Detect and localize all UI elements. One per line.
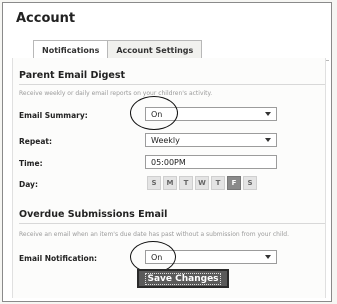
digest-heading: Parent Email Digest [19, 70, 126, 81]
repeat-value: Weekly [151, 136, 180, 145]
highlight-circle [130, 96, 178, 130]
overdue-heading: Overdue Submissions Email [19, 209, 168, 220]
day-friday[interactable]: F [227, 176, 241, 190]
day-saturday[interactable]: S [243, 176, 257, 190]
divider [19, 84, 325, 85]
overdue-hint: Receive an email when an item's due date… [19, 231, 290, 238]
day-wednesday[interactable]: W [195, 176, 209, 190]
tab-account-settings[interactable]: Account Settings [108, 40, 203, 60]
day-monday[interactable]: M [163, 176, 177, 190]
time-label: Time: [19, 159, 43, 168]
day-tuesday[interactable]: T [179, 176, 193, 190]
day-picker: S M T W T F S [147, 176, 259, 190]
email-summary-label: Email Summary: [19, 111, 88, 120]
divider [19, 223, 325, 224]
save-changes-button[interactable]: Save Changes [137, 269, 229, 288]
chevron-down-icon [265, 112, 271, 116]
day-label: Day: [19, 180, 38, 189]
email-notification-label: Email Notification: [19, 254, 98, 263]
chevron-down-icon [265, 138, 271, 142]
save-changes-label: Save Changes [145, 273, 221, 285]
time-input[interactable]: 05:00PM [145, 155, 277, 169]
repeat-select[interactable]: Weekly [145, 133, 277, 147]
day-sunday[interactable]: S [147, 176, 161, 190]
page-title: Account [16, 11, 76, 26]
digest-hint: Receive weekly or daily email reports on… [19, 90, 213, 97]
tab-bar: Notifications Account Settings [33, 40, 203, 61]
chevron-down-icon [265, 255, 271, 259]
repeat-label: Repeat: [19, 137, 52, 146]
day-thursday[interactable]: T [211, 176, 225, 190]
